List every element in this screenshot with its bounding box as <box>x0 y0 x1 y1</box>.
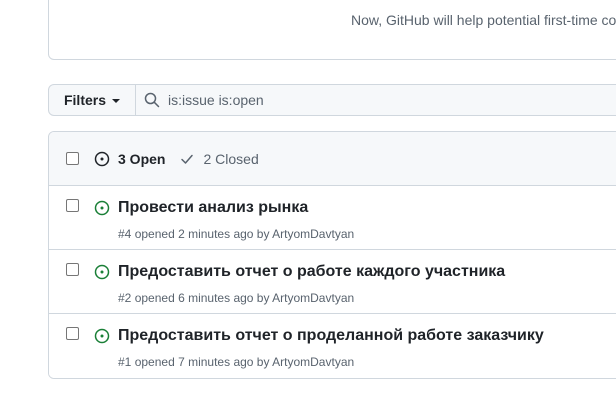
issue-opened-icon <box>94 200 110 216</box>
issue-number: #1 <box>118 355 132 369</box>
issue-author-link[interactable]: ArtyomDavtyan <box>272 291 354 305</box>
issue-opened-icon <box>94 328 110 344</box>
caret-down-icon <box>112 99 120 103</box>
issue-number: #4 <box>118 227 132 241</box>
issue-opened-text: opened 6 minutes ago by <box>134 291 270 305</box>
issue-opened-icon <box>94 264 110 280</box>
issues-list: 3 Open 2 Closed Провести анализ рынка #4… <box>48 131 616 379</box>
check-icon <box>181 154 194 164</box>
issue-meta: #4 opened 2 minutes ago by ArtyomDavtyan <box>118 227 354 241</box>
issue-opened-text: opened 7 minutes ago by <box>134 355 270 369</box>
issue-checkbox[interactable] <box>66 199 79 212</box>
filter-bar: Filters <box>48 84 616 116</box>
issue-title-link[interactable]: Провести анализ рынка <box>118 199 308 217</box>
closed-issues-label: 2 Closed <box>203 150 259 167</box>
issue-row: Предоставить отчет о проделанной работе … <box>49 314 616 378</box>
issue-meta: #2 opened 6 minutes ago by ArtyomDavtyan <box>118 291 354 305</box>
filters-button[interactable]: Filters <box>48 84 136 116</box>
onboarding-card: Now, GitHub will help potential first-ti… <box>48 0 616 60</box>
issue-checkbox[interactable] <box>66 263 79 276</box>
filters-button-label: Filters <box>63 92 106 108</box>
issue-opened-text: opened 2 minutes ago by <box>134 227 270 241</box>
issue-row: Предоставить отчет о работе каждого учас… <box>49 250 616 314</box>
open-issues-label: 3 Open <box>118 150 166 167</box>
issues-page: Now, GitHub will help potential first-ti… <box>0 0 616 411</box>
issue-title-link[interactable]: Предоставить отчет о работе каждого учас… <box>118 263 505 281</box>
open-issues-tab[interactable]: 3 Open <box>94 151 165 167</box>
issue-number: #2 <box>118 291 132 305</box>
issue-author-link[interactable]: ArtyomDavtyan <box>272 227 354 241</box>
select-all-checkbox[interactable] <box>66 152 79 165</box>
search-box[interactable] <box>136 84 616 116</box>
issue-checkbox[interactable] <box>66 327 79 340</box>
issue-opened-icon <box>94 151 110 166</box>
issue-row: Провести анализ рынка #4 opened 2 minute… <box>49 186 616 250</box>
onboarding-text: Now, GitHub will help potential first-ti… <box>351 12 616 28</box>
closed-issues-tab[interactable]: 2 Closed <box>179 150 259 167</box>
issue-title-link[interactable]: Предоставить отчет о проделанной работе … <box>118 327 544 345</box>
issue-meta: #1 opened 7 minutes ago by ArtyomDavtyan <box>118 355 354 369</box>
issues-list-header: 3 Open 2 Closed <box>49 132 616 186</box>
search-input[interactable] <box>168 92 468 108</box>
search-icon <box>144 92 160 108</box>
issue-author-link[interactable]: ArtyomDavtyan <box>272 355 354 369</box>
